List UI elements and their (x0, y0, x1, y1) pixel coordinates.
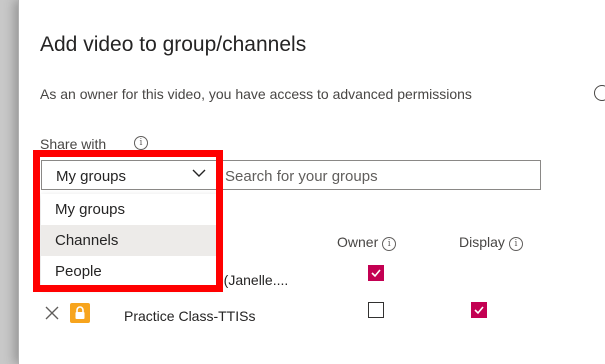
info-icon[interactable]: i (134, 136, 148, 150)
owner-column-label: Owner (337, 234, 379, 250)
add-video-dialog: Add video to group/channels As an owner … (18, 0, 605, 364)
owner-checkbox[interactable] (368, 302, 384, 318)
display-column-label: Display (459, 234, 505, 250)
checkmark-icon (371, 269, 381, 278)
info-icon[interactable] (594, 85, 605, 101)
display-column-header: Display i (459, 234, 523, 251)
table-row-name: Practice Class-TTISs (124, 308, 256, 324)
lock-icon (70, 303, 90, 323)
permissions-info-text: As an owner for this video, you have acc… (40, 86, 472, 102)
table-row-name: h (Janelle.... (212, 272, 289, 288)
group-search-input[interactable] (223, 162, 527, 190)
info-icon[interactable]: i (508, 237, 523, 251)
dialog-title: Add video to group/channels (40, 33, 307, 56)
owner-checkbox[interactable] (368, 265, 384, 281)
info-icon[interactable]: i (382, 237, 397, 251)
owner-column-header: Owner i (337, 234, 397, 251)
display-checkbox[interactable] (471, 302, 487, 318)
close-icon[interactable] (45, 306, 59, 320)
checkmark-icon (474, 306, 484, 315)
annotation-highlight-box (33, 150, 223, 292)
group-search-box[interactable] (216, 160, 541, 190)
